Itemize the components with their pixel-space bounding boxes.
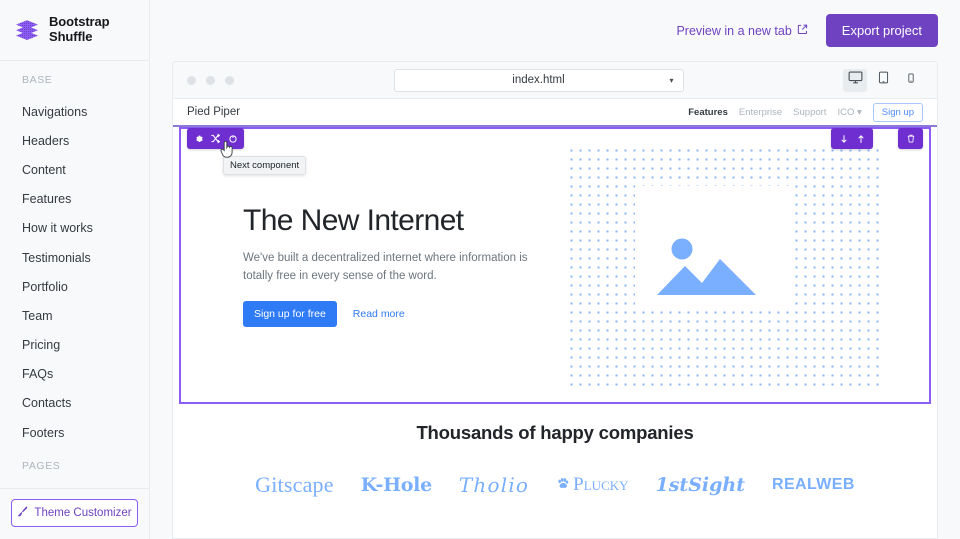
- window-dot-3[interactable]: [225, 75, 234, 85]
- editor-canvas-wrapper: index.html ▾ Pied Piper Features Enterpr…: [150, 61, 960, 539]
- move-down-button[interactable]: [835, 130, 852, 147]
- theme-customizer-button[interactable]: Theme Customizer: [11, 499, 138, 527]
- browser-mock: index.html ▾ Pied Piper Features Enterpr…: [172, 61, 938, 539]
- image-placeholder-frame: [635, 185, 795, 308]
- app-brand-text: Bootstrap Shuffle: [49, 15, 110, 44]
- sidebar-item-footers[interactable]: Footers: [0, 418, 149, 447]
- main-area: Preview in a new tab Export project inde…: [150, 0, 960, 539]
- site-link-features[interactable]: Features: [688, 107, 728, 118]
- site-nav-links: Features Enterprise Support ICO ▾ Sign u…: [688, 102, 923, 122]
- external-link-icon: [797, 24, 808, 38]
- selected-component-hero[interactable]: Next component The New Internet We've bu…: [179, 127, 931, 404]
- companies-section: Thousands of happy companies Gitscape K-…: [173, 404, 937, 512]
- window-dots: [187, 75, 234, 85]
- mouse-cursor-pointer: [220, 140, 234, 164]
- sidebar: Bootstrap Shuffle BASE Navigations Heade…: [0, 0, 150, 539]
- preview-in-new-tab-link[interactable]: Preview in a new tab: [676, 24, 807, 38]
- paw-icon: [556, 474, 570, 496]
- logo-tholio: Tholio: [458, 473, 530, 497]
- mobile-view-button[interactable]: [899, 69, 923, 92]
- mobile-icon: [906, 71, 916, 89]
- theme-customizer-label: Theme Customizer: [34, 507, 132, 519]
- logo-k-hole: K-Hole: [360, 474, 432, 496]
- site-link-support[interactable]: Support: [793, 107, 826, 118]
- logo-plucky: Plucky: [556, 474, 629, 496]
- chevron-down-icon: ▾: [669, 75, 674, 85]
- sidebar-item-navigations[interactable]: Navigations: [0, 97, 149, 126]
- sidebar-item-portfolio[interactable]: Portfolio: [0, 272, 149, 301]
- hero-actions: Sign up for free Read more: [243, 301, 547, 328]
- move-up-button[interactable]: [852, 130, 869, 147]
- image-placeholder-icon: [656, 225, 774, 308]
- dotted-pattern-backdrop: [567, 145, 879, 386]
- sidebar-item-headers[interactable]: Headers: [0, 126, 149, 155]
- sidebar-item-contacts[interactable]: Contacts: [0, 389, 149, 418]
- device-switcher: [843, 68, 923, 92]
- file-select-value: index.html: [512, 74, 565, 86]
- site-link-ico[interactable]: ICO ▾: [837, 107, 861, 118]
- site-brand[interactable]: Pied Piper: [187, 106, 240, 118]
- sidebar-item-team[interactable]: Team: [0, 301, 149, 330]
- logo-gitscape: Gitscape: [255, 472, 334, 497]
- file-select[interactable]: index.html ▾: [393, 68, 684, 92]
- app-brand[interactable]: Bootstrap Shuffle: [0, 0, 149, 61]
- brand-line-2: Shuffle: [49, 29, 93, 44]
- app-root: Bootstrap Shuffle BASE Navigations Heade…: [0, 0, 960, 539]
- layers-stack-icon: [14, 17, 40, 43]
- window-dot-2[interactable]: [206, 75, 215, 85]
- window-dot-1[interactable]: [187, 75, 196, 85]
- company-logo-row: Gitscape K-Hole Tholio Plucky 1stSight R…: [173, 472, 937, 498]
- desktop-icon: [848, 70, 863, 90]
- rendered-page: Pied Piper Features Enterprise Support I…: [173, 99, 937, 538]
- tablet-icon: [877, 71, 890, 89]
- hero-text-block: The New Internet We've built a decentral…: [181, 203, 555, 328]
- top-toolbar: Preview in a new tab Export project: [150, 0, 960, 61]
- hero-signup-button[interactable]: Sign up for free: [243, 301, 337, 328]
- sidebar-item-how-it-works[interactable]: How it works: [0, 214, 149, 243]
- logo-plucky-text: Plucky: [573, 474, 629, 495]
- component-tooltip: Next component: [223, 156, 307, 175]
- sidebar-heading-pages: PAGES: [22, 460, 61, 473]
- site-signup-button[interactable]: Sign up: [872, 102, 923, 122]
- sidebar-item-faqs[interactable]: FAQs: [0, 360, 149, 389]
- export-project-button[interactable]: Export project: [825, 14, 938, 47]
- logo-1stsight: 1stSight: [655, 474, 746, 496]
- component-toolbar-move: [831, 128, 873, 149]
- site-navbar: Pied Piper Features Enterprise Support I…: [173, 99, 937, 127]
- component-toolbar-delete: [898, 128, 923, 149]
- component-toolbar-left: [187, 128, 244, 149]
- preview-link-label: Preview in a new tab: [676, 23, 792, 38]
- hero-read-more-link[interactable]: Read more: [353, 308, 405, 320]
- sidebar-nav: BASE Navigations Headers Content Feature…: [0, 61, 149, 488]
- hero-media-block: [555, 145, 929, 386]
- sidebar-item-content[interactable]: Content: [0, 155, 149, 184]
- desktop-view-button[interactable]: [843, 68, 867, 92]
- logo-realweb: REALWEB: [772, 476, 855, 493]
- hero-subtitle: We've built a decentralized internet whe…: [243, 252, 528, 283]
- component-settings-button[interactable]: [190, 130, 207, 147]
- sidebar-footer: Theme Customizer: [0, 488, 149, 539]
- browser-bar-center: index.html ▾: [234, 68, 843, 92]
- companies-title: Thousands of happy companies: [416, 422, 694, 443]
- browser-toolbar: index.html ▾: [173, 62, 937, 99]
- delete-component-button[interactable]: [902, 130, 919, 147]
- sidebar-item-features[interactable]: Features: [0, 185, 149, 214]
- sidebar-item-testimonials[interactable]: Testimonials: [0, 243, 149, 272]
- paint-brush-icon: [17, 506, 28, 520]
- sidebar-heading-base: BASE: [22, 74, 53, 86]
- sidebar-item-pricing[interactable]: Pricing: [0, 331, 149, 360]
- site-link-enterprise[interactable]: Enterprise: [739, 107, 782, 118]
- brand-line-1: Bootstrap: [49, 14, 110, 30]
- hero-title: The New Internet: [243, 203, 464, 237]
- tablet-view-button[interactable]: [871, 69, 895, 92]
